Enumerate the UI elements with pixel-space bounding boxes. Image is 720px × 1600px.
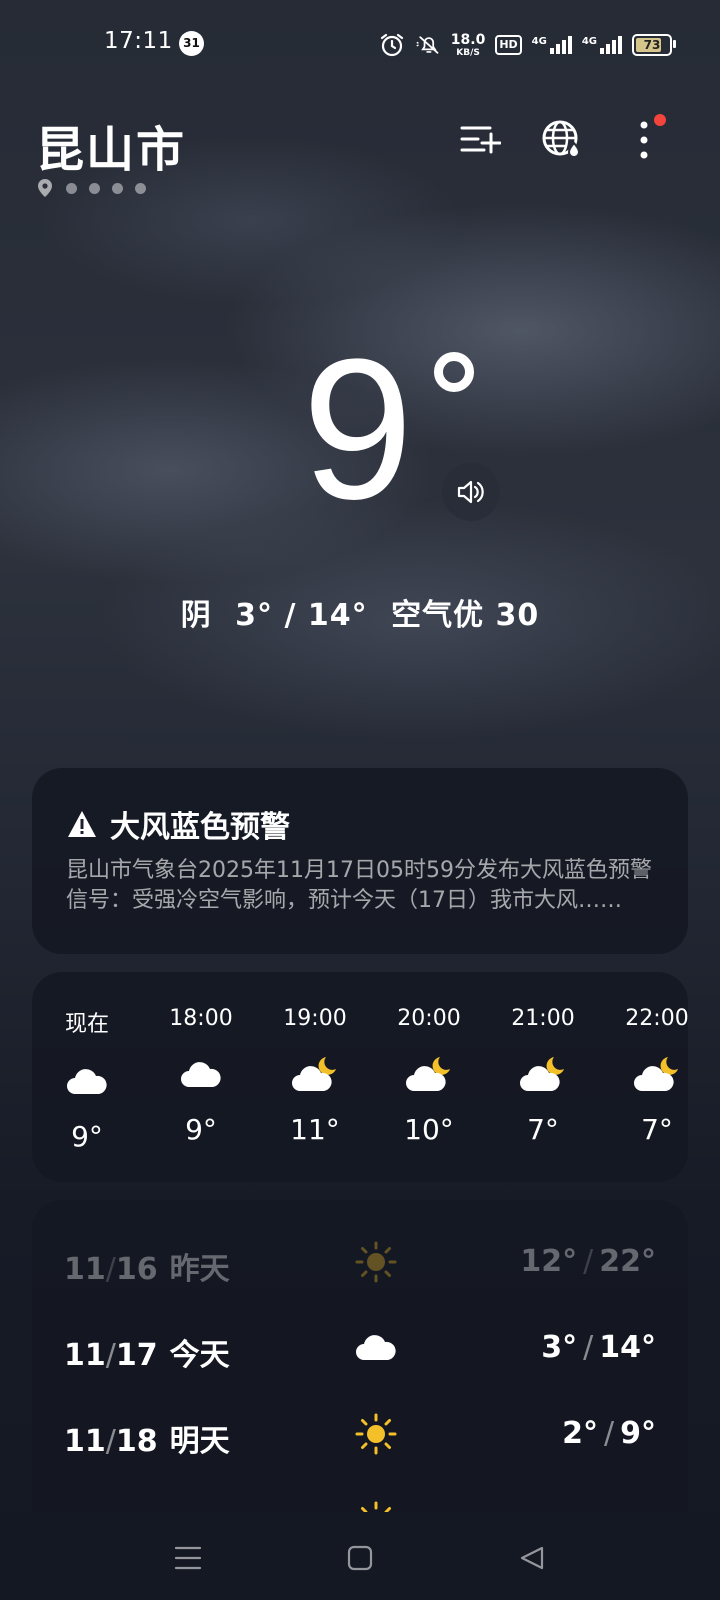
day-month: 11: [64, 1424, 106, 1459]
hour-label: 20:00: [397, 1006, 461, 1031]
status-time: 17:11: [104, 28, 173, 54]
day-label: 明天: [169, 1424, 230, 1459]
day-high: 14°: [599, 1330, 656, 1365]
weather-alert-card[interactable]: 大风蓝色预警 昆山市气象台2025年11月17日05时59分发布大风蓝色预警信号…: [32, 768, 688, 954]
manage-cities-button[interactable]: [456, 116, 504, 164]
cloudy-night-icon: [406, 1057, 450, 1091]
hd-badge: HD: [495, 35, 522, 55]
page-dot: [112, 182, 123, 194]
day-label: 今天: [169, 1338, 230, 1373]
battery-level: 73: [643, 38, 661, 52]
status-bar: 17:11 31 18.0 KB/S HD 4G 4G 73: [0, 0, 720, 88]
alarm-icon: [380, 33, 403, 57]
city-page-indicator: [36, 178, 146, 198]
temperature-value: 9: [302, 318, 414, 541]
day-high: 9°: [620, 1416, 656, 1451]
day-date: 18: [115, 1424, 158, 1459]
day-date: 16: [115, 1252, 158, 1287]
hour-temp: 7°: [641, 1113, 673, 1146]
signal-sim1: 4G: [532, 36, 572, 54]
city-name[interactable]: 昆山市: [36, 110, 186, 180]
global-weather-button[interactable]: [538, 116, 586, 164]
hour-label: 22:00: [625, 1006, 688, 1031]
cloudy-night-icon: [292, 1057, 336, 1091]
condition-text: 阴: [180, 598, 212, 633]
hourly-item: 20:00 10°: [384, 1006, 474, 1146]
air-quality[interactable]: 空气优 30: [391, 598, 539, 633]
day-date: 17: [115, 1338, 158, 1373]
temp-range: 3° / 14°: [235, 598, 368, 633]
net-speed: 18.0 KB/S: [450, 31, 486, 58]
hourly-forecast-card[interactable]: 现在 9° 18:00 9° 19:00 11° 20:00 10° 21:00…: [32, 972, 688, 1182]
list-add-icon: [460, 126, 501, 154]
cloudy-icon: [356, 1335, 396, 1360]
menu-icon: [174, 1546, 202, 1570]
hour-temp: 9°: [71, 1120, 103, 1153]
page-dot: [89, 182, 100, 194]
cloudy-night-icon: [634, 1057, 678, 1091]
mute-bell-icon: [416, 36, 439, 54]
hourly-item: 21:00 7°: [498, 1006, 588, 1146]
hour-label: 18:00: [169, 1006, 233, 1031]
more-menu-button[interactable]: [620, 114, 668, 164]
page-dot: [66, 182, 77, 194]
day-label: 昨天: [169, 1252, 230, 1287]
page-dot: [135, 182, 146, 194]
hour-temp: 9°: [185, 1113, 217, 1146]
signal-sim2: 4G: [582, 36, 622, 54]
daily-forecast-card[interactable]: 11/16 昨天 12°/22° 11/17 今天 3°/14° 11/18 明天 2…: [32, 1200, 688, 1540]
notification-badge: 31: [179, 31, 204, 56]
hourly-item: 22:00 7°: [612, 1006, 688, 1146]
cloudy-icon: [67, 1069, 107, 1094]
system-navigation-bar: [0, 1512, 720, 1600]
globe-drop-icon: [542, 120, 581, 158]
day-low: 2°: [562, 1416, 599, 1451]
day-low: 3°: [541, 1330, 578, 1365]
alert-title: 大风蓝色预警: [110, 810, 290, 845]
cloudy-icon: [181, 1062, 221, 1087]
sim2-label: 4G: [581, 36, 597, 47]
weather-summary: 阴 3° / 14° 空气优 30: [0, 590, 720, 634]
sunny-icon: [355, 1413, 397, 1455]
location-pin-icon: [38, 179, 52, 197]
home-button[interactable]: [340, 1540, 380, 1576]
hour-temp: 10°: [404, 1113, 454, 1146]
hourly-item: 19:00 11°: [270, 1006, 360, 1146]
home-square-icon: [347, 1545, 373, 1571]
hourly-item: 18:00 9°: [156, 1006, 246, 1146]
net-speed-value: 18.0: [450, 31, 486, 48]
alert-body: 昆山市气象台2025年11月17日05时59分发布大风蓝色预警信号：受强冷空气影…: [66, 858, 652, 913]
hourly-item: 现在 9°: [42, 1006, 132, 1153]
cloudy-night-icon: [520, 1057, 564, 1091]
speaker-icon: [457, 480, 484, 504]
hour-temp: 7°: [527, 1113, 559, 1146]
sim1-label: 4G: [531, 36, 547, 47]
daily-row[interactable]: 11/16 昨天 12°/22°: [64, 1232, 656, 1292]
hour-label: 19:00: [283, 1006, 347, 1031]
sunny-icon: [355, 1241, 397, 1283]
hour-temp: 11°: [290, 1113, 340, 1146]
voice-broadcast-button[interactable]: [442, 463, 500, 521]
hour-label: 现在: [64, 1012, 109, 1037]
hour-label: 21:00: [511, 1006, 575, 1031]
day-month: 11: [64, 1252, 106, 1287]
day-month: 11: [64, 1338, 106, 1373]
net-speed-unit: KB/S: [456, 47, 480, 58]
daily-row[interactable]: 11/17 今天 3°/14°: [64, 1318, 656, 1378]
daily-row[interactable]: 11/18 明天 2°/9°: [64, 1404, 656, 1464]
back-button[interactable]: [512, 1540, 552, 1576]
back-triangle-icon: [520, 1546, 544, 1570]
more-vertical-icon: [640, 121, 648, 159]
day-low: 12°: [520, 1244, 578, 1279]
notification-dot: [654, 114, 666, 126]
recent-apps-button[interactable]: [168, 1540, 208, 1576]
warning-icon: [68, 811, 96, 837]
degree-symbol: [434, 352, 474, 392]
day-high: 22°: [599, 1244, 656, 1279]
battery-icon: 73: [632, 34, 676, 56]
